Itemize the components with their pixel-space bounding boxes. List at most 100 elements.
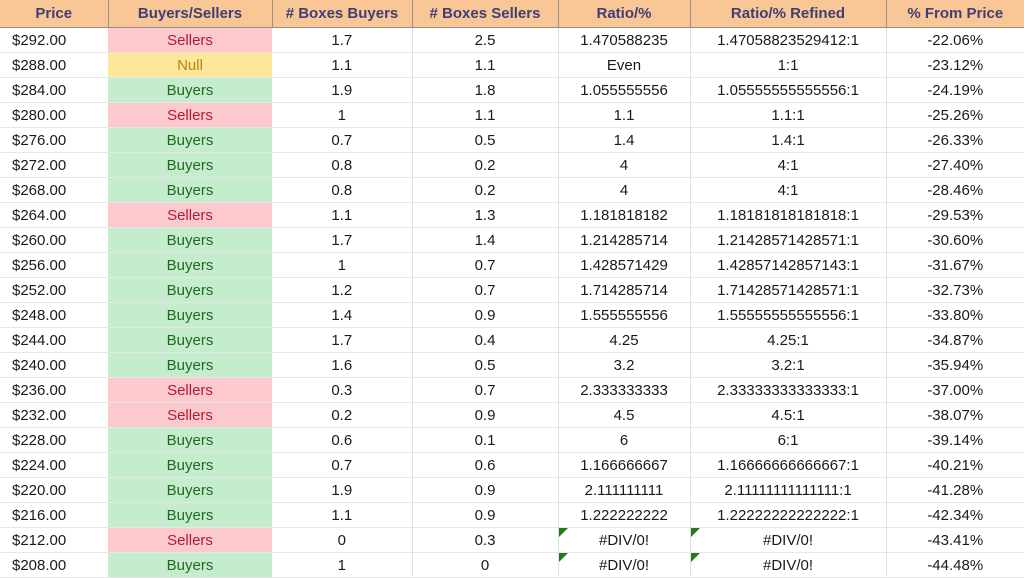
cell-boxes-buyers[interactable]: 1.7 <box>272 327 413 353</box>
table-row[interactable]: $244.00 Buyers 1.7 0.4 4.25 4.25:1 -34.87% <box>0 327 1024 353</box>
table-row[interactable]: $292.00 Sellers 1.7 2.5 1.470588235 1.4705882… <box>0 27 1024 53</box>
cell-ratio[interactable]: 1.4 <box>558 127 691 153</box>
cell-percent-from-price[interactable]: -37.00% <box>886 377 1024 403</box>
cell-boxes-sellers[interactable]: 1.8 <box>412 77 559 103</box>
cell-ratio[interactable]: 4 <box>558 152 691 178</box>
cell-ratio-refined[interactable]: 1.05555555555556:1 <box>690 77 887 103</box>
table-row[interactable]: $228.00 Buyers 0.6 0.1 6 6:1 -39.14% <box>0 427 1024 453</box>
cell-ratio[interactable]: 1.181818182 <box>558 202 691 228</box>
cell-ratio-refined[interactable]: 4.25:1 <box>690 327 887 353</box>
cell-price[interactable]: $224.00 <box>0 452 108 478</box>
cell-buyers-sellers[interactable]: Sellers <box>108 202 272 228</box>
cell-ratio-refined[interactable]: #DIV/0! <box>690 527 887 553</box>
cell-boxes-sellers[interactable]: 0.9 <box>412 302 559 328</box>
cell-price[interactable]: $236.00 <box>0 377 108 403</box>
cell-buyers-sellers[interactable]: Sellers <box>108 377 272 403</box>
cell-ratio-refined[interactable]: 4:1 <box>690 177 887 203</box>
column-header-side[interactable]: Buyers/Sellers <box>108 0 273 28</box>
table-row[interactable]: $236.00 Sellers 0.3 0.7 2.333333333 2.3333333… <box>0 377 1024 403</box>
cell-ratio[interactable]: 2.111111111 <box>558 477 691 503</box>
table-row[interactable]: $216.00 Buyers 1.1 0.9 1.222222222 1.22222222… <box>0 502 1024 528</box>
cell-buyers-sellers[interactable]: Buyers <box>108 502 272 528</box>
table-row[interactable]: $256.00 Buyers 1 0.7 1.428571429 1.4285714285… <box>0 252 1024 278</box>
cell-price[interactable]: $208.00 <box>0 552 108 578</box>
cell-boxes-sellers[interactable]: 0.2 <box>412 152 559 178</box>
cell-ratio[interactable]: 6 <box>558 427 691 453</box>
cell-boxes-sellers[interactable]: 0 <box>412 552 559 578</box>
cell-boxes-sellers[interactable]: 0.9 <box>412 402 559 428</box>
table-row[interactable]: $272.00 Buyers 0.8 0.2 4 4:1 -27.40% <box>0 152 1024 178</box>
cell-ratio-refined[interactable]: 1.22222222222222:1 <box>690 502 887 528</box>
cell-boxes-buyers[interactable]: 0.8 <box>272 177 413 203</box>
cell-price[interactable]: $240.00 <box>0 352 108 378</box>
table-row[interactable]: $280.00 Sellers 1 1.1 1.1 1.1:1 -25.26% <box>0 102 1024 128</box>
cell-boxes-sellers[interactable]: 0.3 <box>412 527 559 553</box>
cell-boxes-buyers[interactable]: 1.1 <box>272 202 413 228</box>
cell-percent-from-price[interactable]: -29.53% <box>886 202 1024 228</box>
cell-price[interactable]: $260.00 <box>0 227 108 253</box>
cell-boxes-buyers[interactable]: 0 <box>272 527 413 553</box>
table-row[interactable]: $220.00 Buyers 1.9 0.9 2.111111111 2.11111111… <box>0 477 1024 503</box>
cell-ratio[interactable]: #DIV/0! <box>558 552 691 578</box>
cell-price[interactable]: $228.00 <box>0 427 108 453</box>
table-row[interactable]: $240.00 Buyers 1.6 0.5 3.2 3.2:1 -35.94% <box>0 352 1024 378</box>
cell-boxes-sellers[interactable]: 1.1 <box>412 102 559 128</box>
cell-buyers-sellers[interactable]: Buyers <box>108 452 272 478</box>
cell-ratio-refined[interactable]: 1.16666666666667:1 <box>690 452 887 478</box>
cell-buyers-sellers[interactable]: Buyers <box>108 177 272 203</box>
cell-boxes-sellers[interactable]: 0.5 <box>412 127 559 153</box>
cell-ratio-refined[interactable]: 4.5:1 <box>690 402 887 428</box>
cell-ratio-refined[interactable]: 3.2:1 <box>690 352 887 378</box>
cell-percent-from-price[interactable]: -34.87% <box>886 327 1024 353</box>
cell-price[interactable]: $256.00 <box>0 252 108 278</box>
table-row[interactable]: $252.00 Buyers 1.2 0.7 1.714285714 1.71428571… <box>0 277 1024 303</box>
cell-ratio-refined[interactable]: 2.33333333333333:1 <box>690 377 887 403</box>
cell-price[interactable]: $288.00 <box>0 52 108 78</box>
column-header-boxsell[interactable]: # Boxes Sellers <box>412 0 559 28</box>
table-row[interactable]: $276.00 Buyers 0.7 0.5 1.4 1.4:1 -26.33% <box>0 127 1024 153</box>
cell-boxes-buyers[interactable]: 1 <box>272 102 413 128</box>
cell-boxes-sellers[interactable]: 0.2 <box>412 177 559 203</box>
cell-buyers-sellers[interactable]: Buyers <box>108 152 272 178</box>
cell-buyers-sellers[interactable]: Null <box>108 52 272 78</box>
cell-boxes-sellers[interactable]: 2.5 <box>412 27 559 53</box>
cell-buyers-sellers[interactable]: Sellers <box>108 527 272 553</box>
cell-boxes-sellers[interactable]: 0.4 <box>412 327 559 353</box>
cell-ratio-refined[interactable]: 1.47058823529412:1 <box>690 27 887 53</box>
cell-ratio[interactable]: 3.2 <box>558 352 691 378</box>
cell-ratio[interactable]: 4 <box>558 177 691 203</box>
cell-boxes-sellers[interactable]: 1.4 <box>412 227 559 253</box>
table-row[interactable]: $208.00 Buyers 1 0 #DIV/0! #DIV/0! -44.48% <box>0 552 1024 578</box>
cell-buyers-sellers[interactable]: Buyers <box>108 277 272 303</box>
cell-boxes-buyers[interactable]: 1.1 <box>272 502 413 528</box>
cell-percent-from-price[interactable]: -41.28% <box>886 477 1024 503</box>
cell-ratio[interactable]: 1.428571429 <box>558 252 691 278</box>
cell-ratio-refined[interactable]: 1.71428571428571:1 <box>690 277 887 303</box>
cell-boxes-buyers[interactable]: 0.8 <box>272 152 413 178</box>
cell-percent-from-price[interactable]: -28.46% <box>886 177 1024 203</box>
cell-boxes-sellers[interactable]: 0.6 <box>412 452 559 478</box>
cell-percent-from-price[interactable]: -33.80% <box>886 302 1024 328</box>
column-header-ratio[interactable]: Ratio/% <box>558 0 691 28</box>
cell-percent-from-price[interactable]: -24.19% <box>886 77 1024 103</box>
cell-buyers-sellers[interactable]: Buyers <box>108 477 272 503</box>
cell-percent-from-price[interactable]: -32.73% <box>886 277 1024 303</box>
cell-boxes-buyers[interactable]: 0.3 <box>272 377 413 403</box>
column-header-boxbuy[interactable]: # Boxes Buyers <box>272 0 413 28</box>
cell-buyers-sellers[interactable]: Sellers <box>108 27 272 53</box>
cell-ratio[interactable]: 1.222222222 <box>558 502 691 528</box>
table-row[interactable]: $232.00 Sellers 0.2 0.9 4.5 4.5:1 -38.07% <box>0 402 1024 428</box>
table-row[interactable]: $268.00 Buyers 0.8 0.2 4 4:1 -28.46% <box>0 177 1024 203</box>
cell-price[interactable]: $216.00 <box>0 502 108 528</box>
cell-ratio[interactable]: 4.25 <box>558 327 691 353</box>
table-row[interactable]: $224.00 Buyers 0.7 0.6 1.166666667 1.16666666… <box>0 452 1024 478</box>
cell-price[interactable]: $264.00 <box>0 202 108 228</box>
cell-boxes-buyers[interactable]: 0.2 <box>272 402 413 428</box>
cell-ratio[interactable]: 1.166666667 <box>558 452 691 478</box>
cell-buyers-sellers[interactable]: Buyers <box>108 252 272 278</box>
cell-buyers-sellers[interactable]: Sellers <box>108 402 272 428</box>
cell-percent-from-price[interactable]: -42.34% <box>886 502 1024 528</box>
cell-ratio-refined[interactable]: 2.11111111111111:1 <box>690 477 887 503</box>
cell-ratio[interactable]: 2.333333333 <box>558 377 691 403</box>
cell-boxes-buyers[interactable]: 1 <box>272 252 413 278</box>
